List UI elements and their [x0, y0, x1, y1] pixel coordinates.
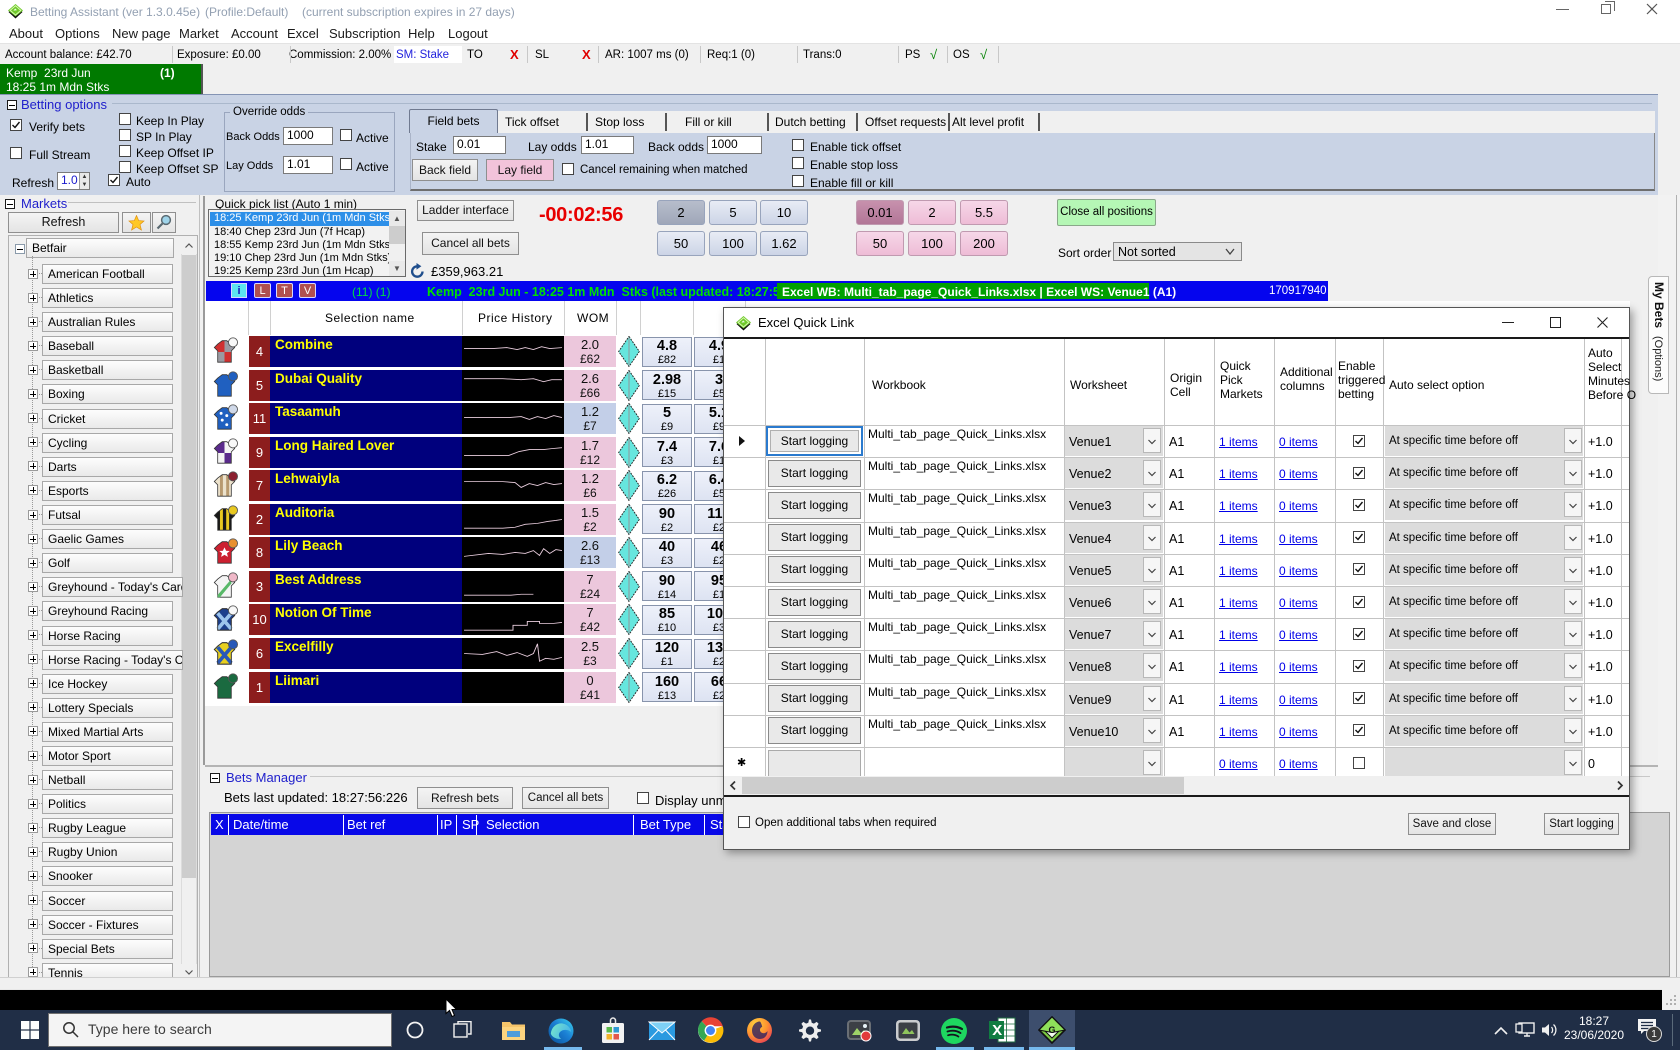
svg-text:G: G	[1048, 1025, 1055, 1035]
